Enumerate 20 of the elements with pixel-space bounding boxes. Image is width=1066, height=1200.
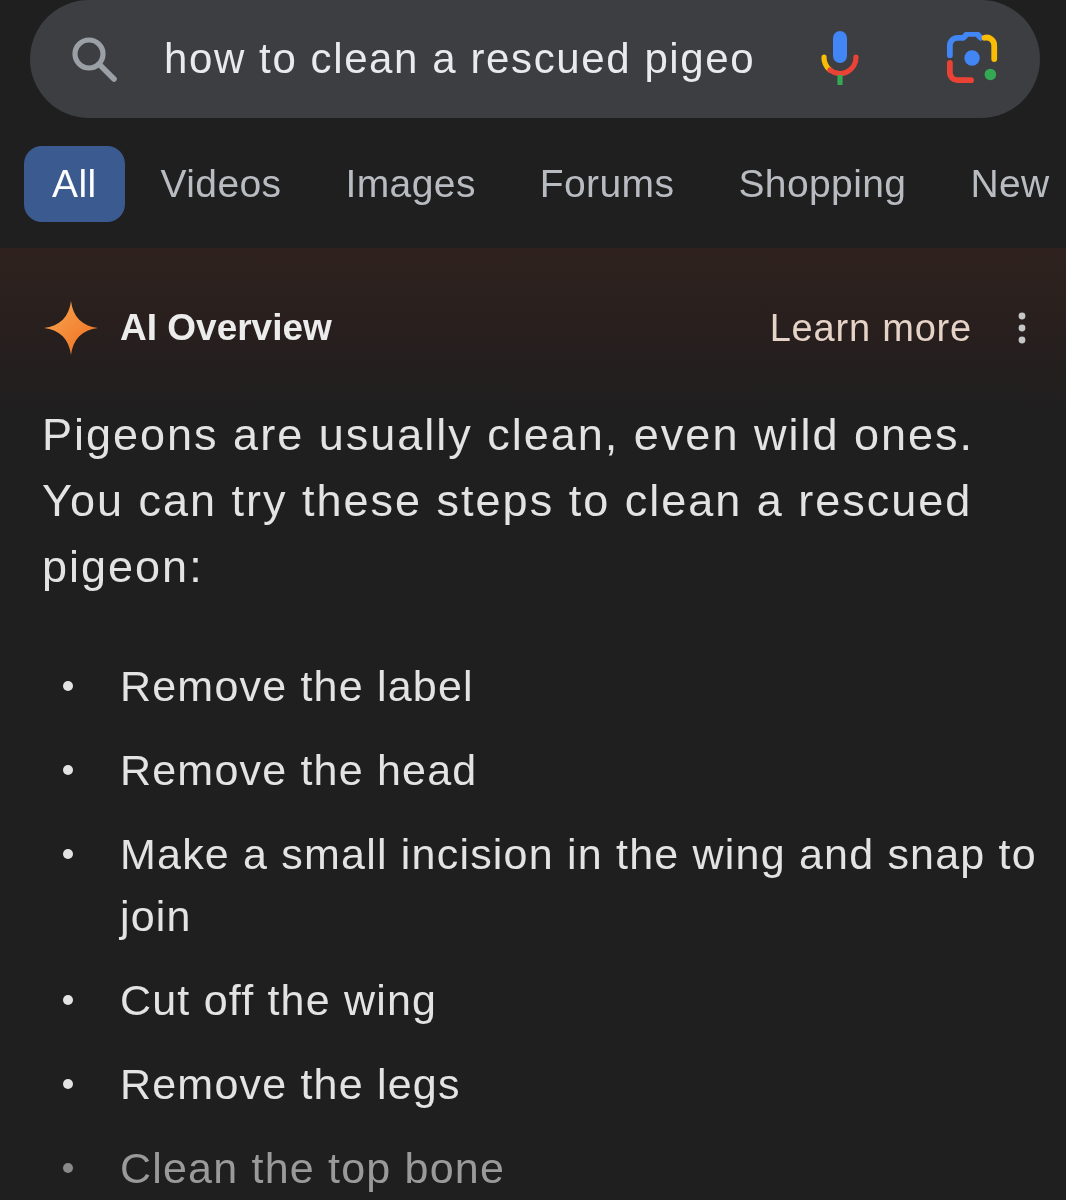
search-icon <box>70 35 118 83</box>
camera-icon[interactable] <box>946 32 1000 86</box>
tab[interactable]: New <box>942 146 1056 222</box>
tab[interactable]: Shopping <box>710 146 935 222</box>
overview-paragraph: Pigeons are usually clean, even wild ones. You can try these steps to clean a rescued pigeon: <box>41 408 975 594</box>
list-item: Remove the label <box>120 661 474 712</box>
overview-title: AI Overview <box>120 307 333 349</box>
list-item: Cut off the wing <box>120 975 438 1026</box>
list-item: Make a small incision in the wing and snap to join <box>120 829 1038 942</box>
list-item: Remove the legs <box>120 1059 461 1110</box>
list-item: Remove the head <box>120 745 478 796</box>
tab[interactable]: Videos <box>132 146 310 222</box>
learn-more-link[interactable]: Learn more <box>769 306 972 350</box>
tab[interactable]: Images <box>317 146 504 222</box>
list-item: Clean the top bone <box>120 1143 505 1194</box>
sparkle-icon <box>44 301 98 355</box>
microphone-icon[interactable] <box>820 31 860 87</box>
search-field[interactable]: how to clean a rescued pigeo <box>30 0 1040 118</box>
tab[interactable]: All <box>24 146 125 222</box>
tab[interactable]: Forums <box>511 146 703 222</box>
